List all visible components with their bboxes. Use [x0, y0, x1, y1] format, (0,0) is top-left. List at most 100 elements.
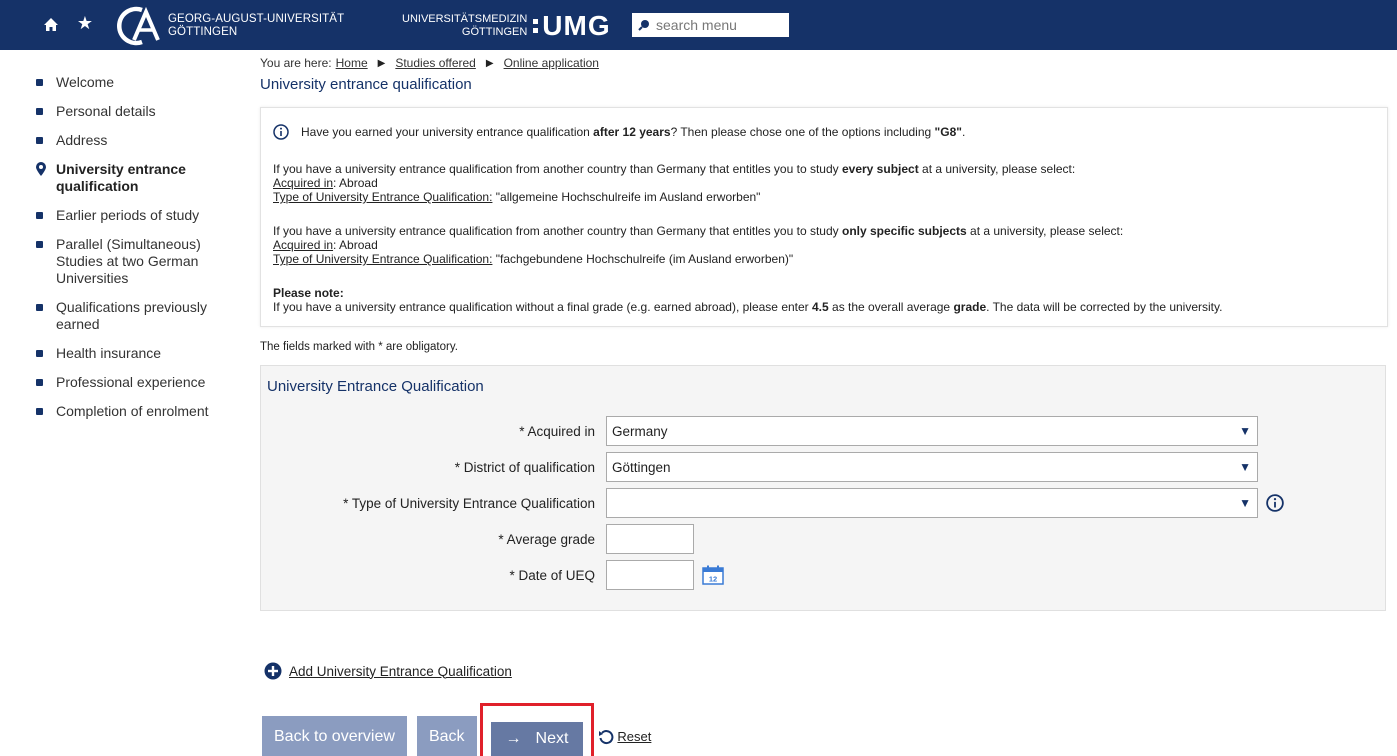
umg-wordmark: UMG	[542, 10, 611, 41]
bullet-icon	[36, 137, 43, 144]
bullet-icon	[36, 350, 43, 357]
sidebar-item-qualifications-earned[interactable]: Qualifications previously earned	[36, 299, 236, 333]
calendar-icon[interactable]: 12	[702, 565, 724, 585]
sidebar-item-label: Qualifications previously earned	[56, 299, 207, 332]
district-value: Göttingen	[612, 459, 671, 475]
date-ueq-input[interactable]	[606, 560, 694, 590]
umg-logo[interactable]: UNIVERSITÄTSMEDIZIN GÖTTINGEN UMG	[402, 10, 611, 42]
acquired-in-value: Germany	[612, 423, 668, 439]
type-label: * Type of University Entrance Qualificat…	[343, 495, 595, 511]
sidebar-item-personal-details[interactable]: Personal details	[36, 103, 236, 120]
back-to-overview-button[interactable]: Back to overview	[262, 715, 407, 756]
row-acquired-in: * Acquired in Germany ▼	[261, 416, 1258, 446]
chevron-right-icon: ▶	[377, 57, 386, 69]
breadcrumb: You are here: Home ▶ Studies offered ▶ O…	[260, 56, 1388, 70]
breadcrumb-home[interactable]: Home	[336, 56, 368, 70]
sidebar-item-label: Health insurance	[56, 345, 162, 361]
uni-entrance-qualification-form: University Entrance Qualification * Acqu…	[260, 365, 1386, 611]
info-text-line1: Have you earned your university entrance…	[301, 125, 966, 139]
sidebar-item-welcome[interactable]: Welcome	[36, 74, 236, 91]
home-icon[interactable]	[40, 13, 62, 35]
row-type: * Type of University Entrance Qualificat…	[261, 488, 1284, 518]
sidebar-item-completion-enrolment[interactable]: Completion of enrolment	[36, 403, 236, 420]
search-placeholder: search menu	[656, 17, 737, 33]
next-button-label: Next	[535, 730, 569, 747]
sidebar-item-label: Address	[56, 132, 108, 148]
sidebar-item-label: Completion of enrolment	[56, 403, 209, 419]
sidebar-item-label: Personal details	[56, 103, 156, 119]
umg-line1: UNIVERSITÄTSMEDIZIN	[402, 13, 528, 25]
bullet-icon	[36, 108, 43, 115]
action-buttons: Back to overview Back → Next Reset	[262, 703, 651, 756]
search-icon	[638, 20, 649, 31]
reset-icon	[599, 729, 614, 744]
info-paragraph-every-subject: If you have a university entrance qualif…	[273, 162, 1076, 204]
next-button[interactable]: → Next	[490, 722, 584, 756]
sidebar-item-health-insurance[interactable]: Health insurance	[36, 345, 236, 362]
sidebar-item-label: Earlier periods of study	[56, 207, 200, 223]
reset-label: Reset	[617, 729, 652, 744]
breadcrumb-studies-offered[interactable]: Studies offered	[395, 56, 476, 70]
reset-link[interactable]: Reset	[598, 729, 651, 745]
star-icon[interactable]: ★	[74, 12, 96, 34]
main-content: You are here: Home ▶ Studies offered ▶ O…	[260, 56, 1388, 611]
sidebar-item-university-entrance-qualification[interactable]: University entrance qualification	[36, 161, 236, 195]
bullet-icon	[36, 408, 43, 415]
average-grade-input[interactable]	[606, 524, 694, 554]
info-icon[interactable]	[1266, 494, 1284, 512]
sidebar-item-earlier-periods[interactable]: Earlier periods of study	[36, 207, 236, 224]
acquired-in-select[interactable]: Germany ▼	[606, 416, 1258, 446]
obligatory-hint: The fields marked with * are obligatory.	[260, 341, 458, 353]
bullet-icon	[36, 304, 43, 311]
bullet-icon	[36, 212, 43, 219]
search-menu-input[interactable]: search menu	[632, 13, 789, 37]
calendar-day: 12	[709, 575, 717, 584]
umg-colon-icon	[533, 19, 539, 33]
info-box: Have you earned your university entrance…	[260, 107, 1388, 327]
next-button-highlight: → Next	[479, 703, 595, 756]
umg-line2: GÖTTINGEN	[461, 26, 528, 38]
page-title: University entrance qualification	[260, 76, 472, 93]
district-select[interactable]: Göttingen ▼	[606, 452, 1258, 482]
university-name-line2: GÖTTINGEN	[168, 26, 238, 38]
hamburger-menu-icon[interactable]	[9, 16, 25, 32]
sidebar-item-address[interactable]: Address	[36, 132, 236, 149]
breadcrumb-online-application[interactable]: Online application	[504, 56, 599, 70]
bullet-icon	[36, 379, 43, 386]
add-qualification-label: Add University Entrance Qualification	[289, 663, 512, 679]
info-paragraph-specific-subjects: If you have a university entrance qualif…	[273, 224, 1124, 266]
average-grade-label: * Average grade	[498, 531, 595, 547]
sidebar-item-label: Professional experience	[56, 374, 206, 390]
district-label: * District of qualification	[454, 459, 595, 475]
form-title: University Entrance Qualification	[267, 378, 484, 395]
sidebar-item-label: University entrance qualification	[56, 161, 186, 194]
location-pin-icon	[36, 162, 46, 180]
chevron-down-icon: ▼	[1239, 424, 1251, 438]
arrow-right-icon: →	[505, 730, 522, 747]
add-qualification-link[interactable]: Add University Entrance Qualification	[264, 662, 512, 680]
acquired-in-label: * Acquired in	[519, 423, 595, 439]
university-logo[interactable]: GEORG-AUGUST-UNIVERSITÄT GÖTTINGEN	[116, 6, 344, 46]
sidebar-item-label: Welcome	[56, 74, 115, 90]
chevron-down-icon: ▼	[1239, 496, 1251, 510]
sidebar-navigation: Welcome Personal details Address Univers…	[36, 74, 236, 432]
back-button[interactable]: Back	[416, 715, 477, 756]
sidebar-item-label: Parallel (Simultaneous) Studies at two G…	[56, 236, 201, 286]
info-paragraph-note: Please note: If you have a university en…	[273, 286, 1223, 314]
info-icon	[273, 124, 289, 140]
chevron-down-icon: ▼	[1239, 460, 1251, 474]
university-name-line1: GEORG-AUGUST-UNIVERSITÄT	[168, 13, 345, 25]
bullet-icon	[36, 79, 43, 86]
row-district: * District of qualification Göttingen ▼	[261, 452, 1258, 482]
plus-circle-icon	[264, 662, 282, 680]
type-select[interactable]: ▼	[606, 488, 1258, 518]
bullet-icon	[36, 241, 43, 248]
row-date-ueq: * Date of UEQ 12	[261, 560, 724, 590]
top-navigation-bar: ★ GEORG-AUGUST-UNIVERSITÄT GÖTTINGEN UNI…	[0, 0, 1397, 50]
ga-logo-icon	[117, 6, 160, 46]
breadcrumb-prefix: You are here:	[260, 56, 332, 70]
chevron-right-icon: ▶	[485, 57, 494, 69]
sidebar-item-parallel-studies[interactable]: Parallel (Simultaneous) Studies at two G…	[36, 236, 236, 287]
sidebar-item-professional-experience[interactable]: Professional experience	[36, 374, 236, 391]
date-ueq-label: * Date of UEQ	[509, 567, 595, 583]
